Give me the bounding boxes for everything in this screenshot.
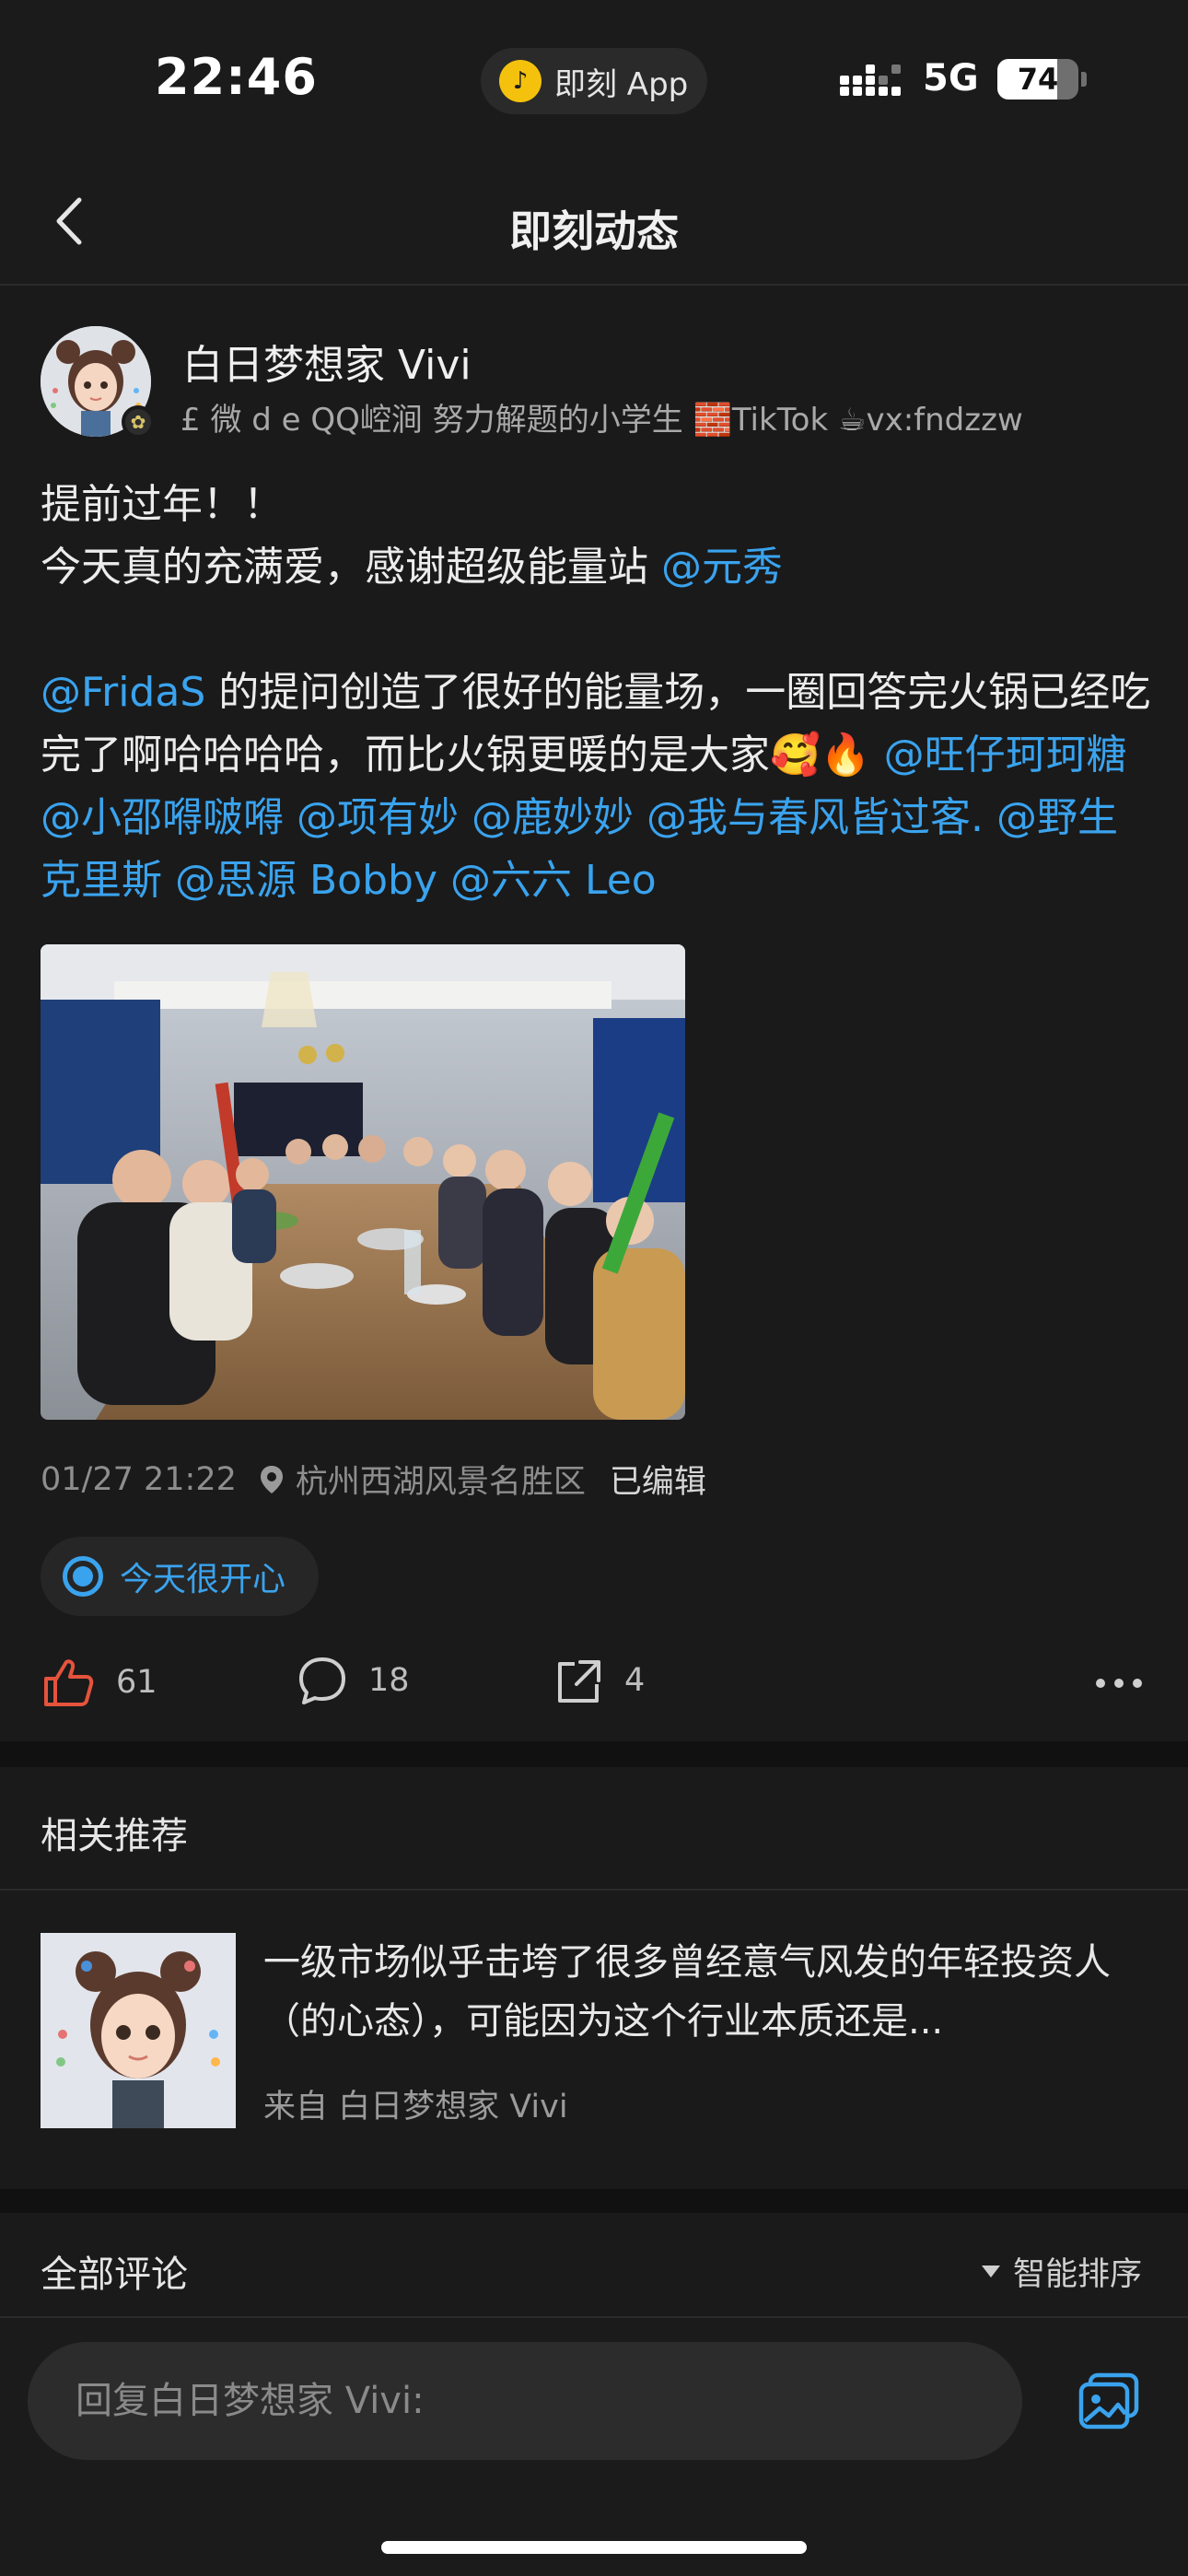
recommendation-thumbnail[interactable] [41,1933,236,2128]
page-title: 即刻动态 [509,206,679,256]
like-button[interactable]: 61 [41,1655,157,1710]
post-actions: 61 18 4 [0,1642,1188,1730]
section-divider [0,1741,1188,1767]
home-indicator[interactable] [381,2541,807,2554]
mood-label: 今天很开心 [120,1561,286,1598]
user-mention-link[interactable]: @鹿妙妙 [472,794,634,841]
like-count: 61 [116,1664,157,1701]
post-text: 提前过年！！ 今天真的充满爱，感谢超级能量站 [41,481,648,591]
recommendations-section: 相关推荐 一级市场似乎击垮了很多曾经意气风发的年轻投资人（的心态），可能因为这个… [0,1767,1188,2189]
nav-bar: 即刻动态 [0,161,1188,286]
battery-percent: 74 [1017,62,1059,97]
dinner-photo [41,944,685,1420]
share-button[interactable]: 4 [553,1655,645,1706]
recommendation-source: 来自 白日梦想家 Vivi [263,2089,568,2125]
post-text [984,794,996,841]
user-mention-link[interactable]: @元秀 [661,544,783,591]
dynamic-island[interactable]: ♪ 即刻 App [481,48,707,114]
share-icon [558,1660,600,1703]
post-content: 提前过年！！ 今天真的充满爱，感谢超级能量站 @元秀 @FridaS 的提问创造… [41,474,1155,912]
recommendation-text[interactable]: 一级市场似乎击垮了很多曾经意气风发的年轻投资人（的心态），可能因为这个行业本质还… [263,1933,1138,2051]
user-mention-link[interactable]: @思源 Bobby [175,857,437,904]
user-mention-link[interactable]: @项有妙 [297,794,459,841]
post-text [162,857,175,904]
caret-down-icon [981,2266,1000,2277]
island-label: 即刻 App [554,65,689,103]
post-timestamp: 01/27 21:22 [41,1460,237,1498]
post-meta: 01/27 21:22 杭州西湖风景名胜区 已编辑 [41,1456,706,1503]
post-photo[interactable] [41,944,685,1420]
sort-label: 智能排序 [1012,2256,1142,2293]
battery-nub [1081,72,1087,87]
reply-input[interactable] [28,2342,1022,2460]
thumbs-up-icon [44,1659,94,1706]
comment-bubble-icon [299,1657,345,1704]
user-mention-link[interactable]: @六六 Leo [450,857,657,904]
post-text [1127,732,1140,779]
post-text [459,794,472,841]
reply-bar [0,2318,1188,2576]
user-mention-link[interactable]: @旺仔珂珂糖 [884,732,1127,779]
jike-app-icon: ♪ [499,60,542,102]
author-bio: £ 微 d e QQ崆涧 努力解题的小学生 🧱TikTok ☕vx:fndzzw [181,402,1023,439]
recommendation-avatar-image [41,1933,236,2128]
author-name[interactable]: 白日梦想家 Vivi [182,332,472,391]
section-divider [0,2189,1188,2213]
divider [0,1889,1188,1891]
more-options-icon[interactable] [1096,1679,1142,1688]
image-picker-icon[interactable] [1077,2371,1142,2430]
badge-icon: ✿ [122,405,155,439]
comment-count: 18 [368,1662,410,1699]
location-pin-icon [260,1465,283,1493]
user-mention-link[interactable]: @我与春风皆过客. [646,794,984,841]
post-location[interactable]: 杭州西湖风景名胜区 [296,1456,586,1503]
comment-button[interactable]: 18 [297,1655,410,1706]
mood-tag[interactable]: 今天很开心 [41,1537,319,1616]
cellular-signal-icon [840,64,901,96]
battery-icon: 74 [997,59,1078,100]
network-type: 5G [923,57,979,100]
user-mention-link[interactable]: @小邵嘚啵嘚 [41,794,284,841]
recommendations-title: 相关推荐 [41,1815,188,1857]
status-bar: 22:46 ♪ 即刻 App 5G 74 [0,0,1188,161]
comments-header: 全部评论 智能排序 [0,2213,1188,2318]
share-count: 4 [624,1662,646,1699]
comments-title: 全部评论 [41,2254,188,2296]
status-time: 22:46 [155,48,318,106]
sort-dropdown[interactable]: 智能排序 [981,2248,1142,2295]
post-text [284,794,297,841]
post-text [437,857,450,904]
user-mention-link[interactable]: @FridaS [41,669,205,716]
edited-label: 已编辑 [609,1464,706,1501]
post-card: ✿ 白日梦想家 Vivi £ 微 d e QQ崆涧 努力解题的小学生 🧱TikT… [0,287,1188,1741]
post-text [634,794,646,841]
mood-circle-icon [63,1556,103,1597]
